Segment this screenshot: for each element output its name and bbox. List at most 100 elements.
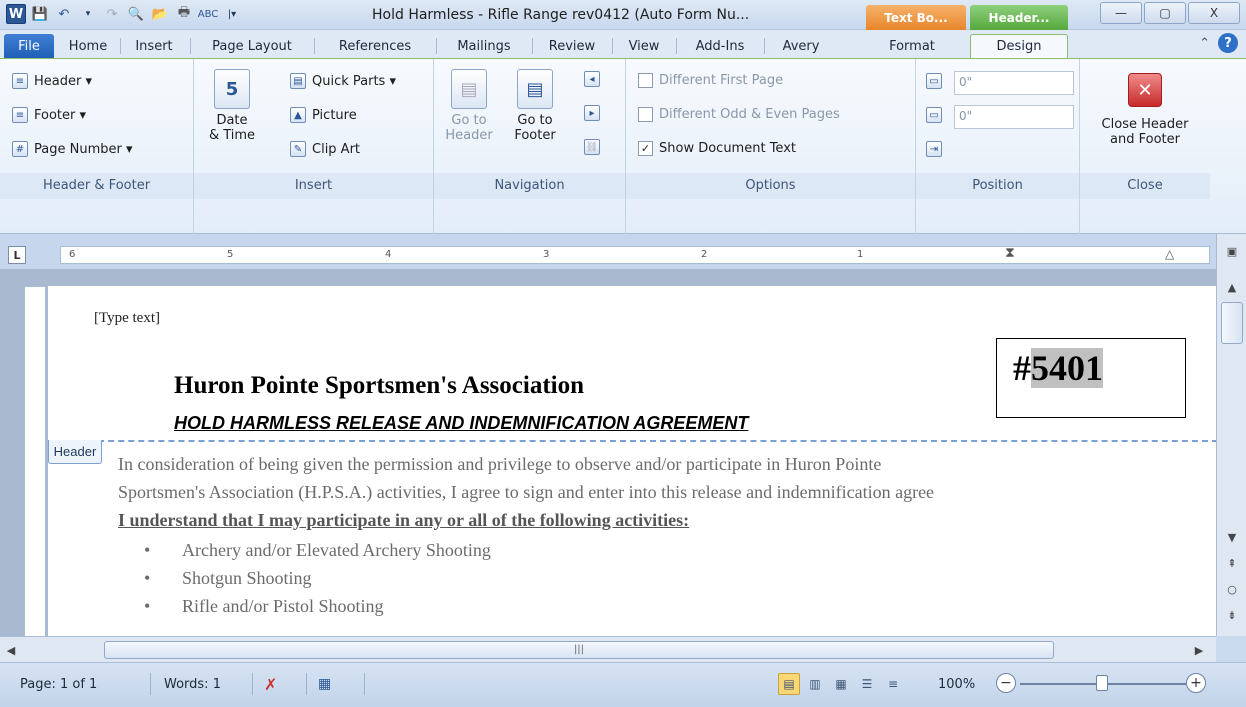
group-label: Navigation <box>434 173 625 199</box>
different-first-page-checkbox[interactable] <box>638 73 653 88</box>
different-odd-even-option[interactable]: Different Odd & Even Pages <box>638 107 840 122</box>
vertical-scroll-thumb[interactable] <box>1221 302 1243 344</box>
tab-avery[interactable]: Avery <box>766 34 836 58</box>
tab-view[interactable]: View <box>614 34 674 58</box>
tab-divider <box>436 38 437 54</box>
minimize-ribbon-icon[interactable]: ⌃ <box>1199 36 1210 51</box>
organization-name[interactable]: Huron Pointe Sportsmen's Association <box>174 372 584 400</box>
help-area: ⌃ ? <box>1199 33 1238 53</box>
footer-button[interactable]: ≡ Footer ▾ <box>12 107 86 123</box>
tab-file[interactable]: File <box>4 34 54 58</box>
word-count[interactable]: Words: 1 <box>164 673 221 695</box>
show-document-text-checkbox[interactable]: ✓ <box>638 141 653 156</box>
date-time-label-2: & Time <box>208 128 256 143</box>
indent-marker-icon[interactable]: ⧗ <box>1005 245 1015 261</box>
draft-view-icon[interactable]: ≡ <box>882 673 904 695</box>
document-page[interactable]: [Type text] Huron Pointe Sportsmen's Ass… <box>48 286 1216 636</box>
form-number-box[interactable]: #5401 <box>996 338 1186 418</box>
next-page-icon[interactable]: ⇟ <box>1223 606 1241 624</box>
next-section-button[interactable]: ▸ <box>584 105 600 121</box>
body-paragraph[interactable]: In consideration of being given the perm… <box>118 450 1216 534</box>
help-icon[interactable]: ? <box>1218 33 1238 53</box>
zoom-out-icon[interactable]: − <box>996 673 1016 693</box>
page-count[interactable]: Page: 1 of 1 <box>20 673 97 695</box>
header-button[interactable]: ≡ Header ▾ <box>12 73 92 89</box>
scroll-up-icon[interactable]: ▲ <box>1223 278 1241 296</box>
tab-design[interactable]: Design <box>970 34 1068 58</box>
clip-art-button[interactable]: ✎ Clip Art <box>290 141 360 157</box>
footer-position-input[interactable]: 0" <box>954 105 1074 129</box>
tab-selector-icon[interactable]: L <box>8 246 26 264</box>
tab-format[interactable]: Format <box>860 34 964 58</box>
outline-view-icon[interactable]: ☰ <box>856 673 878 695</box>
word-logo-icon[interactable]: W <box>6 4 26 24</box>
previous-page-icon[interactable]: ⇞ <box>1223 554 1241 572</box>
go-to-header-button[interactable]: ▤ Go to Header <box>442 69 496 143</box>
print-layout-icon[interactable]: ▤ <box>778 673 800 695</box>
form-number-prefix: # <box>1013 348 1031 388</box>
tab-insert[interactable]: Insert <box>122 34 186 58</box>
header-position-input[interactable]: 0" <box>954 71 1074 95</box>
previous-section-button[interactable]: ◂ <box>584 71 600 87</box>
picture-button[interactable]: ▲ Picture <box>290 107 357 123</box>
quick-parts-label: Quick Parts ▾ <box>312 73 396 89</box>
scroll-left-icon[interactable]: ◀ <box>2 641 20 659</box>
alignment-tab-icon: ⇥ <box>926 141 942 157</box>
quick-parts-button[interactable]: ▤ Quick Parts ▾ <box>290 73 396 89</box>
maximize-button[interactable]: ▢ <box>1144 2 1186 24</box>
open-folder-icon[interactable]: 📂 <box>150 4 170 24</box>
select-browse-object-icon[interactable]: ○ <box>1223 580 1241 598</box>
macro-recording-icon[interactable]: ▦ <box>318 673 331 695</box>
save-icon[interactable]: 💾 <box>30 4 50 24</box>
view-ruler-icon[interactable]: ▣ <box>1223 242 1241 260</box>
print-preview-icon[interactable]: 🔍 <box>126 4 146 24</box>
tab-page-layout[interactable]: Page Layout <box>192 34 312 58</box>
tab-home[interactable]: Home <box>58 34 118 58</box>
show-document-text-option[interactable]: ✓ Show Document Text <box>638 141 796 156</box>
scroll-down-icon[interactable]: ▼ <box>1223 528 1241 546</box>
full-screen-reading-icon[interactable]: ▥ <box>804 673 826 695</box>
contextual-tab-header[interactable]: Header... <box>970 5 1068 30</box>
undo-dropdown-icon[interactable]: ▾ <box>78 4 98 24</box>
different-odd-even-checkbox[interactable] <box>638 107 653 122</box>
header-placeholder-text[interactable]: [Type text] <box>94 310 160 327</box>
print-icon[interactable]: 🖶 <box>174 4 194 24</box>
spelling-icon[interactable]: ABC <box>198 4 219 24</box>
close-header-footer-button[interactable]: ✕ Close Header and Footer <box>1088 73 1202 147</box>
go-to-footer-button[interactable]: ▤ Go to Footer <box>508 69 562 143</box>
horizontal-scrollbar[interactable]: ◀ ||| ▶ <box>0 636 1216 662</box>
contextual-tab-text-box[interactable]: Text Bo... <box>866 5 966 30</box>
tab-add-ins[interactable]: Add-Ins <box>678 34 762 58</box>
group-navigation: ▤ Go to Header ▤ Go to Footer ◂ ▸ ⛓ Navi… <box>434 59 626 235</box>
undo-icon[interactable]: ↶ <box>54 4 74 24</box>
vertical-scrollbar[interactable]: ▣ ▲ ▼ ⇞ ○ ⇟ <box>1216 234 1246 636</box>
group-options: Different First Page Different Odd & Eve… <box>626 59 916 235</box>
horizontal-scroll-thumb[interactable]: ||| <box>104 641 1054 659</box>
insert-alignment-tab-button[interactable]: ⇥ <box>926 141 942 157</box>
status-bar: Page: 1 of 1 Words: 1 ✗ ▦ ▤ ▥ ▦ ☰ ≡ 100%… <box>0 662 1246 707</box>
minimize-button[interactable]: — <box>1100 2 1142 24</box>
different-first-page-option[interactable]: Different First Page <box>638 73 783 88</box>
link-to-previous-icon: ⛓ <box>584 139 600 155</box>
customize-qat-icon[interactable]: |▾ <box>222 4 242 24</box>
page-number-button[interactable]: # Page Number ▾ <box>12 141 132 157</box>
window-controls: — ▢ X <box>1100 2 1240 24</box>
redo-icon[interactable]: ↷ <box>102 4 122 24</box>
tab-mailings[interactable]: Mailings <box>438 34 530 58</box>
zoom-slider-thumb[interactable] <box>1096 675 1108 691</box>
tab-divider <box>764 38 765 54</box>
tab-references[interactable]: References <box>316 34 434 58</box>
link-to-previous-button[interactable]: ⛓ <box>584 139 600 155</box>
web-layout-icon[interactable]: ▦ <box>830 673 852 695</box>
proofing-icon[interactable]: ✗ <box>264 673 277 695</box>
activities-list[interactable]: Archery and/or Elevated Archery Shooting… <box>144 536 491 620</box>
scroll-right-icon[interactable]: ▶ <box>1190 641 1208 659</box>
ruler-strip[interactable]: 6 5 4 3 2 1 ⧗ △ <box>60 245 1210 264</box>
right-indent-marker-icon[interactable]: △ <box>1165 247 1174 261</box>
tab-review[interactable]: Review <box>534 34 610 58</box>
zoom-level[interactable]: 100% <box>938 673 975 695</box>
date-time-button[interactable]: 5 Date & Time <box>208 69 256 143</box>
agreement-title[interactable]: HOLD HARMLESS RELEASE AND INDEMNIFICATIO… <box>174 413 748 434</box>
zoom-in-icon[interactable]: + <box>1186 673 1206 693</box>
close-button[interactable]: X <box>1188 2 1240 24</box>
